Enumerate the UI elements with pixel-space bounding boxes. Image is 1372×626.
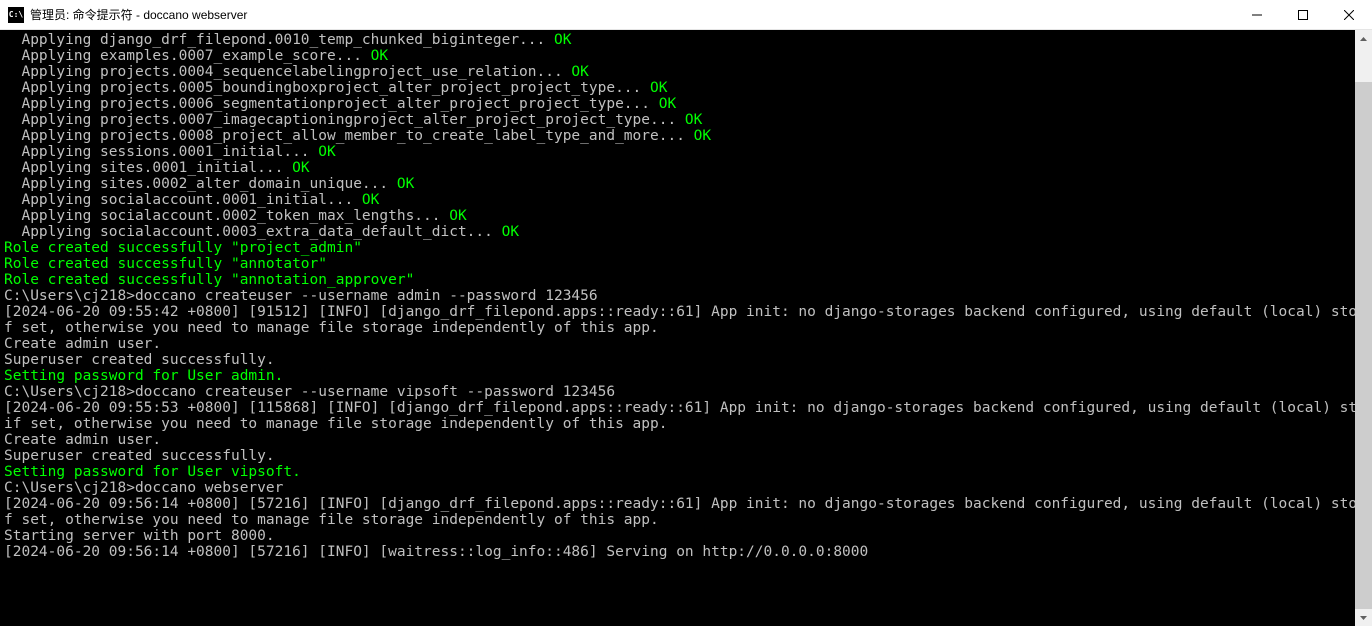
terminal-text-segment: OK [388,176,414,192]
terminal-text-segment: C:\Users\cj218>doccano createuser --user… [4,288,598,304]
terminal-text-segment: OK [650,96,676,112]
maximize-button[interactable] [1280,0,1326,29]
terminal-text-segment: OK [362,48,388,64]
terminal-text-segment: Starting server with port 8000. [4,528,275,544]
terminal-line: Applying projects.0005_boundingboxprojec… [4,80,1368,96]
terminal-text-segment: f set, otherwise you need to manage file… [4,512,659,528]
terminal-text-segment: Applying projects.0006_segmentationproje… [4,96,650,112]
terminal-line: C:\Users\cj218>doccano createuser --user… [4,384,1368,400]
terminal-text-segment: C:\Users\cj218>doccano createuser --user… [4,384,615,400]
terminal-line: [2024-06-20 09:56:14 +0800] [57216] [INF… [4,544,1368,560]
terminal-line: [2024-06-20 09:55:53 +0800] [115868] [IN… [4,400,1368,416]
terminal-line: Setting password for User vipsoft. [4,464,1368,480]
terminal-line: Create admin user. [4,336,1368,352]
terminal-line: Applying projects.0004_sequencelabelingp… [4,64,1368,80]
scroll-track[interactable] [1355,47,1372,609]
terminal-text-segment: OK [310,144,336,160]
terminal-text-segment: if set, otherwise you need to manage fil… [4,416,667,432]
scroll-down-arrow-icon[interactable] [1355,609,1372,626]
scroll-thumb[interactable] [1355,82,1372,612]
terminal-text-segment: Applying sites.0002_alter_domain_unique.… [4,176,388,192]
terminal-text-segment: Superuser created successfully. [4,352,275,368]
terminal-line: Superuser created successfully. [4,352,1368,368]
cmd-icon: C:\ [8,7,24,23]
close-button[interactable] [1326,0,1372,29]
terminal-line: Role created successfully "annotator" [4,256,1368,272]
terminal-text-segment: OK [353,192,379,208]
window-titlebar[interactable]: C:\ 管理员: 命令提示符 - doccano webserver [0,0,1372,30]
terminal-text-segment: Applying sites.0001_initial... [4,160,283,176]
window-controls [1234,0,1372,29]
terminal-line: Superuser created successfully. [4,448,1368,464]
terminal-line: if set, otherwise you need to manage fil… [4,416,1368,432]
terminal-line: Role created successfully "project_admin… [4,240,1368,256]
scroll-up-arrow-icon[interactable] [1355,30,1372,47]
terminal-text-segment: Applying projects.0004_sequencelabelingp… [4,64,563,80]
terminal-line: Applying sessions.0001_initial... OK [4,144,1368,160]
terminal-text-segment: Applying django_drf_filepond.0010_temp_c… [4,32,545,48]
terminal-text-segment: [2024-06-20 09:55:42 +0800] [91512] [INF… [4,304,1372,320]
terminal-text-segment: OK [493,224,519,240]
terminal-text-segment: Role created successfully "annotator" [4,256,327,272]
window-title: 管理员: 命令提示符 - doccano webserver [30,6,247,23]
terminal-text-segment: Role created successfully "annotation_ap… [4,272,414,288]
terminal-text-segment: Superuser created successfully. [4,448,275,464]
terminal-text-segment: Applying socialaccount.0003_extra_data_d… [4,224,493,240]
terminal-text-segment: OK [676,112,702,128]
terminal-line: f set, otherwise you need to manage file… [4,512,1368,528]
terminal-text-segment: C:\Users\cj218>doccano webserver [4,480,283,496]
terminal-text-segment: OK [441,208,467,224]
terminal-text-segment: [2024-06-20 09:56:14 +0800] [57216] [INF… [4,496,1372,512]
terminal-text-segment: Create admin user. [4,336,161,352]
terminal-text-segment: OK [545,32,571,48]
terminal-line: Create admin user. [4,432,1368,448]
terminal-line: Applying django_drf_filepond.0010_temp_c… [4,32,1368,48]
terminal-line: Applying sites.0001_initial... OK [4,160,1368,176]
terminal-line: f set, otherwise you need to manage file… [4,320,1368,336]
terminal-line: Applying socialaccount.0001_initial... O… [4,192,1368,208]
terminal-output[interactable]: Applying django_drf_filepond.0010_temp_c… [0,30,1372,626]
terminal-line: C:\Users\cj218>doccano webserver [4,480,1368,496]
terminal-line: Applying socialaccount.0003_extra_data_d… [4,224,1368,240]
terminal-text-segment: Applying projects.0005_boundingboxprojec… [4,80,641,96]
terminal-text-segment: OK [563,64,589,80]
terminal-text-segment: Applying projects.0007_imagecaptioningpr… [4,112,676,128]
terminal-text-segment: OK [641,80,667,96]
terminal-text-segment: Applying projects.0008_project_allow_mem… [4,128,685,144]
terminal-text-segment: Applying examples.0007_example_score... [4,48,362,64]
terminal-text-segment: Applying sessions.0001_initial... [4,144,310,160]
terminal-line: Role created successfully "annotation_ap… [4,272,1368,288]
terminal-line: Applying socialaccount.0002_token_max_le… [4,208,1368,224]
terminal-line: Applying projects.0006_segmentationproje… [4,96,1368,112]
terminal-line: Applying projects.0007_imagecaptioningpr… [4,112,1368,128]
terminal-line: Applying examples.0007_example_score... … [4,48,1368,64]
terminal-line: C:\Users\cj218>doccano createuser --user… [4,288,1368,304]
terminal-text-segment: Setting password for User admin. [4,368,283,384]
terminal-line: Starting server with port 8000. [4,528,1368,544]
terminal-text-segment: [2024-06-20 09:55:53 +0800] [115868] [IN… [4,400,1372,416]
terminal-line: Applying projects.0008_project_allow_mem… [4,128,1368,144]
terminal-line: Applying sites.0002_alter_domain_unique.… [4,176,1368,192]
terminal-text-segment: Role created successfully "project_admin… [4,240,362,256]
terminal-line: [2024-06-20 09:56:14 +0800] [57216] [INF… [4,496,1368,512]
terminal-text-segment: Applying socialaccount.0001_initial... [4,192,353,208]
terminal-line: Setting password for User admin. [4,368,1368,384]
terminal-text-segment: OK [283,160,309,176]
terminal-line: [2024-06-20 09:55:42 +0800] [91512] [INF… [4,304,1368,320]
terminal-text-segment: [2024-06-20 09:56:14 +0800] [57216] [INF… [4,544,868,560]
terminal-text-segment: OK [685,128,711,144]
terminal-text-segment: Setting password for User vipsoft. [4,464,301,480]
terminal-text-segment: f set, otherwise you need to manage file… [4,320,659,336]
vertical-scrollbar[interactable] [1355,30,1372,626]
terminal-text-segment: Applying socialaccount.0002_token_max_le… [4,208,441,224]
terminal-text-segment: Create admin user. [4,432,161,448]
minimize-button[interactable] [1234,0,1280,29]
